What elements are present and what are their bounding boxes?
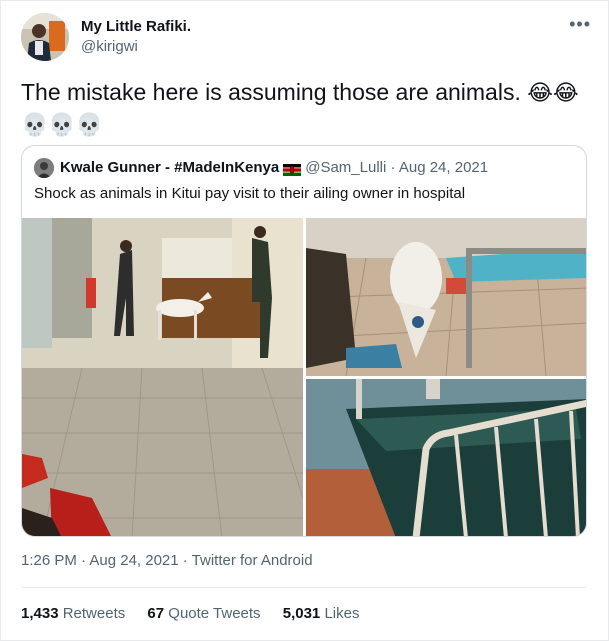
author-display-name[interactable]: My Little Rafiki. bbox=[81, 17, 191, 37]
quote-tweets-stat[interactable]: 67 Quote Tweets bbox=[147, 605, 260, 622]
retweets-count: 1,433 bbox=[21, 605, 59, 622]
quoted-media-grid bbox=[22, 218, 586, 536]
author-avatar[interactable] bbox=[21, 13, 69, 61]
author-names: My Little Rafiki. @kirigwi bbox=[81, 17, 191, 57]
skull-emoji: 💀💀💀 bbox=[21, 113, 104, 138]
retweets-label: Retweets bbox=[62, 605, 126, 622]
divider bbox=[21, 587, 587, 588]
quoted-author-handle: @Sam_Lulli bbox=[305, 159, 387, 176]
likes-label: Likes bbox=[324, 605, 360, 622]
author-handle[interactable]: @kirigwi bbox=[81, 37, 191, 57]
tweet-timestamp[interactable]: 1:26 PM · Aug 24, 2021 · Twitter for And… bbox=[21, 551, 313, 571]
quoted-tweet-header: Kwale Gunner - #MadeInKenya @Sam_Lulli ·… bbox=[34, 158, 489, 179]
meta-separator: · bbox=[390, 159, 396, 176]
more-horizontal-icon[interactable]: ••• bbox=[569, 15, 591, 33]
photo-goat-by-bed[interactable] bbox=[306, 218, 586, 376]
photo-goat-hospital-corridor[interactable] bbox=[22, 218, 303, 536]
quoted-tweet[interactable]: Kwale Gunner - #MadeInKenya @Sam_Lulli ·… bbox=[21, 145, 587, 537]
tears-of-joy-emoji: 😂😂 bbox=[527, 81, 579, 106]
retweets-stat[interactable]: 1,433 Retweets bbox=[21, 605, 125, 622]
tweet-text: The mistake here is assuming those are a… bbox=[21, 77, 596, 141]
quoted-author-avatar bbox=[34, 158, 54, 179]
quotes-count: 67 bbox=[147, 605, 165, 622]
tweet-body: The mistake here is assuming those are a… bbox=[21, 79, 521, 105]
likes-count: 5,031 bbox=[282, 605, 321, 622]
photo-green-hospital-bed[interactable] bbox=[306, 379, 586, 536]
likes-stat[interactable]: 5,031 Likes bbox=[283, 605, 360, 622]
quoted-author-name: Kwale Gunner - #MadeInKenya bbox=[60, 159, 280, 176]
quoted-tweet-text: Shock as animals in Kitui pay visit to t… bbox=[34, 185, 466, 202]
kenya-flag-icon bbox=[283, 162, 302, 177]
tweet-card: My Little Rafiki. @kirigwi ••• The mista… bbox=[0, 0, 609, 641]
quoted-tweet-date: Aug 24, 2021 bbox=[398, 159, 489, 176]
quotes-label: Quote Tweets bbox=[168, 605, 261, 622]
tweet-header: My Little Rafiki. @kirigwi ••• bbox=[21, 13, 591, 63]
engagement-stats: 1,433 Retweets 67 Quote Tweets 5,031 Lik… bbox=[21, 604, 377, 624]
